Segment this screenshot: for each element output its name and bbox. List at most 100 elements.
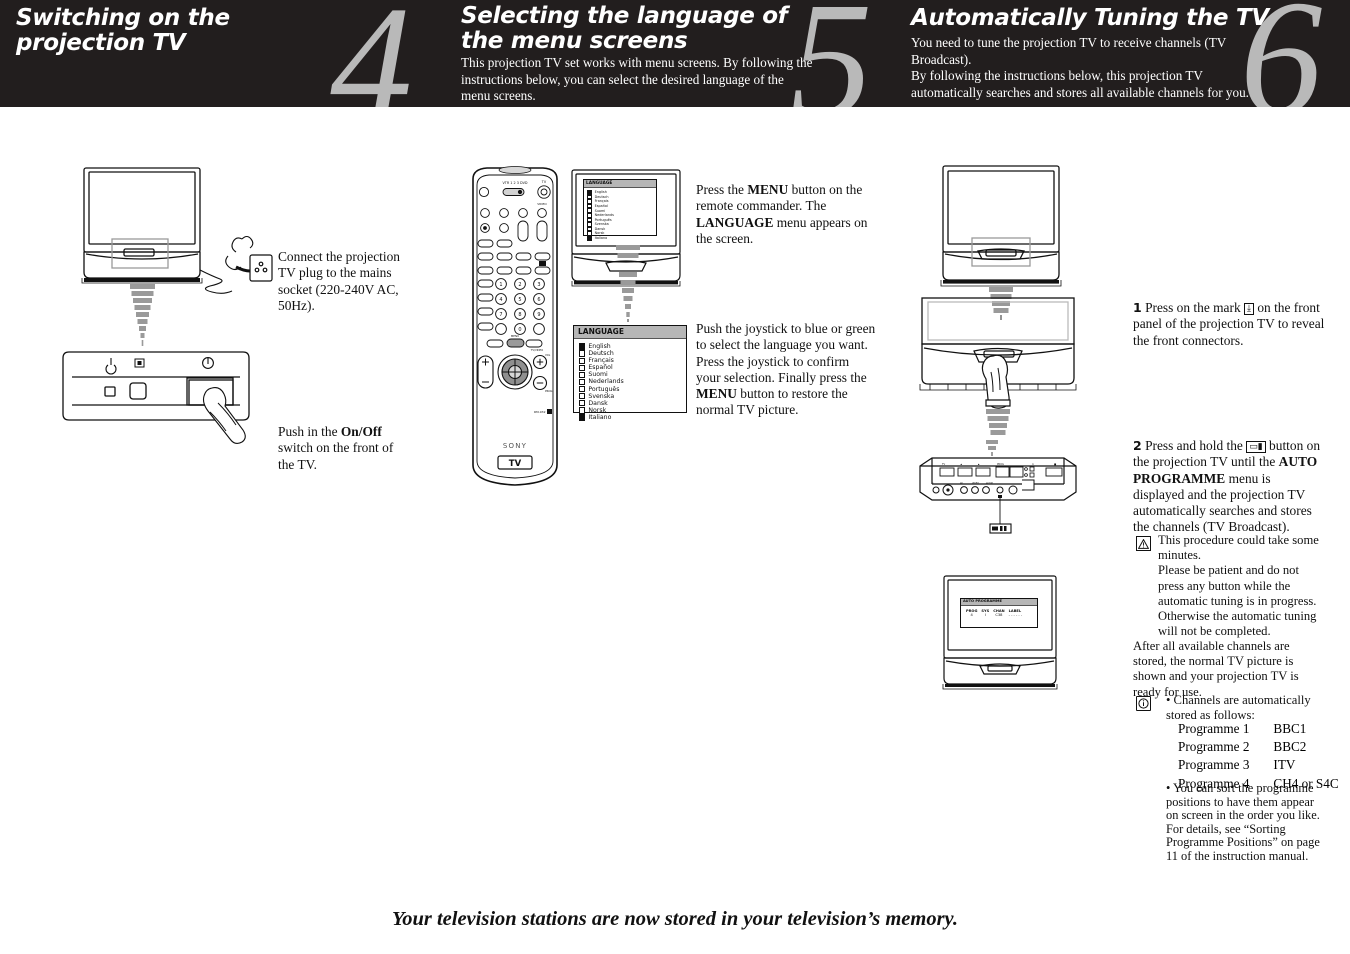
language-menu-item[interactable]: Français — [579, 357, 686, 364]
language-menu-item[interactable]: Nederlands — [579, 378, 686, 385]
auto-programme-value-cell: I — [984, 612, 986, 617]
programme-row: Programme 2 BBC2 — [1178, 739, 1339, 755]
programme-name: Programme 2 — [1178, 739, 1250, 755]
step-1-number: 1 — [1133, 300, 1142, 315]
front-connector-mark-icon: ⤓ — [1244, 303, 1254, 315]
svg-text:RM-932: RM-932 — [534, 410, 546, 414]
menu-caption-e: LANGUAGE — [696, 214, 774, 230]
section-5-title-line-1: Selecting the language of — [461, 3, 788, 29]
information-circle-icon — [1136, 696, 1151, 711]
unselected-marker-icon — [579, 385, 586, 393]
svg-text:PROG: PROG — [545, 389, 552, 393]
svg-text:◄: ◄ — [960, 463, 962, 466]
section-5-subtitle: This projection TV set works with menu s… — [461, 55, 813, 104]
on-off-power-icon — [202, 357, 214, 369]
language-menu-item-label: Français — [588, 357, 614, 365]
language-menu-item-label: Dansk — [588, 399, 608, 407]
joystick-caption-2b: MENU — [696, 386, 737, 402]
language-menu-item-label: Italiano — [588, 413, 612, 421]
svg-text:PROG: PROG — [997, 463, 1004, 466]
language-menu-item[interactable]: English — [579, 343, 686, 350]
svg-text:AV: AV — [960, 482, 963, 485]
svg-text:1: 1 — [499, 282, 502, 288]
unselected-marker-icon — [579, 393, 586, 400]
standby-power-icon — [105, 358, 117, 375]
svg-text:2: 2 — [518, 282, 521, 288]
programme-name: Programme 1 — [1178, 721, 1250, 736]
language-menu-item[interactable]: Deutsch — [579, 350, 686, 357]
language-menu-panel: LANGUAGE English Deutsch Français Español Su… — [573, 325, 687, 421]
col3-step-2: 2 Press and hold the ▭▮ button on the pr… — [1133, 438, 1325, 536]
language-menu-item-label: Español — [588, 364, 613, 372]
auto-programme-button-icon: ▭▮ — [1246, 441, 1266, 453]
svg-text:TV: TV — [541, 180, 547, 184]
col3-after-text: After all available channels are stored,… — [1133, 639, 1299, 699]
svg-text:TV/VIDEO: TV/VIDEO — [531, 348, 543, 352]
language-menu-item[interactable]: Italiano — [587, 235, 656, 241]
header-band: 4 5 6 Switching on the projection TV Sel… — [0, 0, 1350, 107]
col1-plug-caption: Connect the projection TV plug to the ma… — [278, 249, 400, 313]
auto-programme-table: PROG SYS CHAN LABEL 4 I C38 - - - - - - — [966, 609, 1026, 617]
auto-programme-value-cell: 4 — [970, 612, 973, 617]
remote-tv-mode-label: TV — [509, 459, 522, 469]
col3-tv-auto-programme — [940, 574, 1060, 692]
section-4-title-line-2: projection TV — [16, 30, 186, 56]
language-menu-item[interactable]: Español — [579, 364, 686, 371]
switch-caption-pre: Push in the — [278, 424, 341, 439]
col2-joystick-caption: Push the joystick to blue or green to se… — [696, 321, 876, 419]
programme-name: Programme 3 — [1178, 757, 1250, 773]
col3-note-2: • You can sort the programme positions t… — [1166, 781, 1320, 863]
remote-brand-label: SONY — [503, 442, 527, 450]
svg-text:3: 3 — [537, 282, 540, 288]
svg-text:VTR 1 2 3 DVD: VTR 1 2 3 DVD — [502, 181, 527, 185]
col3-warning-text: This procedure could take some minutes. … — [1158, 533, 1319, 639]
language-menu-item[interactable]: Dansk — [579, 400, 686, 407]
svg-text:⏻: ⏻ — [932, 482, 934, 485]
down-arrow-indicator — [130, 284, 155, 346]
svg-text:6: 6 — [537, 297, 540, 303]
unselected-marker-icon — [579, 371, 586, 379]
selected-marker-icon — [579, 414, 586, 421]
unselected-marker-icon — [579, 378, 586, 386]
auto-programme-value-cell: - - - - - - — [1008, 612, 1023, 617]
switch-caption-bold: On/Off — [340, 424, 382, 439]
col2-menu-caption: Press the MENU button on the remote comm… — [696, 182, 876, 247]
language-menu-item[interactable]: Português — [579, 386, 686, 393]
joystick-caption-2a: Press the joystick to confirm your selec… — [696, 353, 867, 385]
page-footer-note: Your television stations are now stored … — [391, 908, 959, 930]
menu-button — [506, 338, 525, 348]
svg-text:8: 8 — [518, 312, 521, 318]
language-menu-item-label: Nederlands — [588, 378, 624, 386]
language-menu-item-label: English — [588, 343, 611, 350]
auto-programme-menu: AUTO PROGRAMME PROG SYS CHAN LABEL 4 I C38 - -… — [960, 598, 1038, 628]
language-menu-item[interactable]: Norsk — [579, 407, 686, 414]
joystick-caption-1: Push the joystick to blue or green to se… — [696, 321, 876, 353]
manual-page: 4 5 6 Switching on the projection TV Sel… — [0, 0, 1350, 954]
section-6-subtitle: You need to tune the projection TV to re… — [911, 35, 1249, 100]
menu-caption-d: The — [805, 198, 827, 214]
video-input-icon — [134, 358, 145, 368]
unselected-marker-icon — [579, 364, 586, 372]
section-6-title-line-1: Automatically Tuning the TV — [911, 5, 1269, 31]
language-menu-item-label: Suomi — [588, 371, 608, 379]
menu-caption-a: Press the — [696, 182, 748, 197]
language-menu-item[interactable]: Suomi — [579, 371, 686, 378]
language-menu-item[interactable]: Italiano — [579, 414, 686, 421]
language-menu-item-label: Svenska — [588, 392, 615, 400]
language-menu-item[interactable]: Svenska — [579, 393, 686, 400]
svg-text:VIDEO: VIDEO — [972, 482, 979, 485]
section-5-title-line-2: the menu screens — [461, 28, 688, 54]
language-menu-title: LANGUAGE — [574, 326, 686, 339]
programme-row: Programme 1 BBC1 — [1178, 721, 1339, 737]
svg-text:VOL: VOL — [545, 353, 551, 357]
svg-text:4: 4 — [499, 297, 502, 303]
unselected-marker-icon — [579, 357, 586, 364]
auto-programme-value-cell: C38 — [995, 612, 1003, 617]
svg-text:⏻: ⏻ — [1032, 463, 1034, 466]
section-4-title-line-1: Switching on the — [16, 5, 230, 31]
unselected-marker-icon — [579, 407, 586, 414]
switch-caption-post: switch on the front of the TV. — [278, 440, 394, 472]
auto-programme-value-row: 4 I C38 - - - - - - — [966, 613, 1026, 617]
warning-triangle-icon — [1136, 536, 1151, 551]
language-menu-item-label: Norsk — [588, 406, 607, 414]
